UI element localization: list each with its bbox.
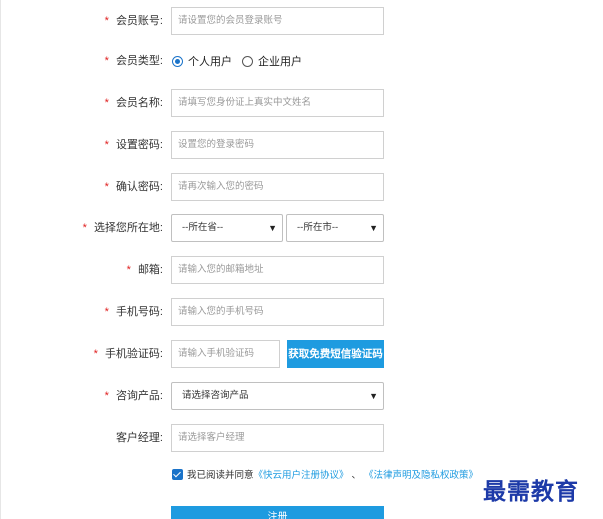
required-mark: * <box>82 222 87 234</box>
account-input[interactable]: 请设置您的会员登录账号 <box>171 7 384 35</box>
radio-enterprise-label[interactable]: 企业用户 <box>258 53 302 69</box>
product-select[interactable]: 请选择咨询产品 ▼ <box>171 382 384 410</box>
required-mark: * <box>126 264 131 276</box>
sms-code-label: * 手机验证码: <box>93 348 163 360</box>
required-mark: * <box>104 139 109 151</box>
radio-enterprise[interactable] <box>242 55 253 67</box>
email-label: * 邮箱: <box>126 264 163 276</box>
radio-personal[interactable] <box>172 55 183 67</box>
phone-label: * 手机号码: <box>104 306 163 318</box>
confirm-password-row: * 确认密码: 请再次输入您的密码 <box>0 173 603 201</box>
manager-input[interactable]: 请选择客户经理 <box>171 424 384 452</box>
agreement-separator: 、 <box>351 470 362 481</box>
chevron-down-icon: ▼ <box>369 223 378 233</box>
password-input[interactable]: 设置您的登录密码 <box>171 131 384 159</box>
confirm-password-label: * 确认密码: <box>104 181 163 193</box>
phone-row: * 手机号码: 请输入您的手机号码 <box>0 298 603 326</box>
account-row: * 会员账号: 请设置您的会员登录账号 <box>0 7 603 35</box>
manager-row: 客户经理: 请选择客户经理 <box>0 424 603 452</box>
sms-code-input[interactable]: 请输入手机验证码 <box>171 340 280 368</box>
agreement-prefix: 我已阅读并同意 <box>187 470 254 481</box>
member-name-label: * 会员名称: <box>104 97 163 109</box>
chevron-down-icon: ▼ <box>369 391 378 401</box>
register-button[interactable]: 注册 <box>171 506 384 519</box>
password-row: * 设置密码: 设置您的登录密码 <box>0 131 603 159</box>
required-mark: * <box>104 181 109 193</box>
phone-input[interactable]: 请输入您的手机号码 <box>171 298 384 326</box>
member-name-row: * 会员名称: 请填写您身份证上真实中文姓名 <box>0 89 603 117</box>
product-label: * 咨询产品: <box>104 390 163 402</box>
location-row: * 选择您所在地: --所在省-- ▼ --所在市-- ▼ <box>0 214 603 242</box>
city-select-value: --所在市-- <box>297 222 339 233</box>
city-select[interactable]: --所在市-- ▼ <box>286 214 384 242</box>
email-row: * 邮箱: 请输入您的邮箱地址 <box>0 256 603 284</box>
radio-personal-label[interactable]: 个人用户 <box>188 53 232 69</box>
chevron-down-icon: ▼ <box>268 223 277 233</box>
required-mark: * <box>93 348 98 360</box>
account-label: * 会员账号: <box>104 15 163 27</box>
required-mark: * <box>104 15 109 27</box>
member-name-input[interactable]: 请填写您身份证上真实中文姓名 <box>171 89 384 117</box>
privacy-policy-link[interactable]: 《法律声明及隐私权政策》 <box>364 467 478 481</box>
confirm-password-input[interactable]: 请再次输入您的密码 <box>171 173 384 201</box>
required-mark: * <box>104 390 109 402</box>
product-select-value: 请选择咨询产品 <box>182 390 249 401</box>
member-type-label: * 会员类型: <box>104 55 163 67</box>
agreement-checkbox[interactable] <box>172 468 183 480</box>
agreement-row: 我已阅读并同意 《快云用户注册协议》 、 《法律声明及隐私权政策》 <box>172 467 478 481</box>
password-label: * 设置密码: <box>104 139 163 151</box>
member-type-row: * 会员类型: 个人用户 企业用户 <box>0 47 603 75</box>
sms-code-row: * 手机验证码: 请输入手机验证码 获取免费短信验证码 <box>0 340 603 368</box>
member-type-radio-group: 个人用户 企业用户 <box>172 47 312 75</box>
get-sms-code-button[interactable]: 获取免费短信验证码 <box>287 340 384 368</box>
location-label: * 选择您所在地: <box>82 222 163 234</box>
user-agreement-link[interactable]: 《快云用户注册协议》 <box>254 467 349 481</box>
watermark-logo: 最需教育 <box>483 478 579 505</box>
required-mark: * <box>104 55 109 67</box>
required-mark: * <box>104 306 109 318</box>
email-input[interactable]: 请输入您的邮箱地址 <box>171 256 384 284</box>
province-select-value: --所在省-- <box>182 222 224 233</box>
manager-label: 客户经理: <box>115 432 163 444</box>
product-row: * 咨询产品: 请选择咨询产品 ▼ <box>0 382 603 410</box>
province-select[interactable]: --所在省-- ▼ <box>171 214 283 242</box>
required-mark: * <box>104 97 109 109</box>
